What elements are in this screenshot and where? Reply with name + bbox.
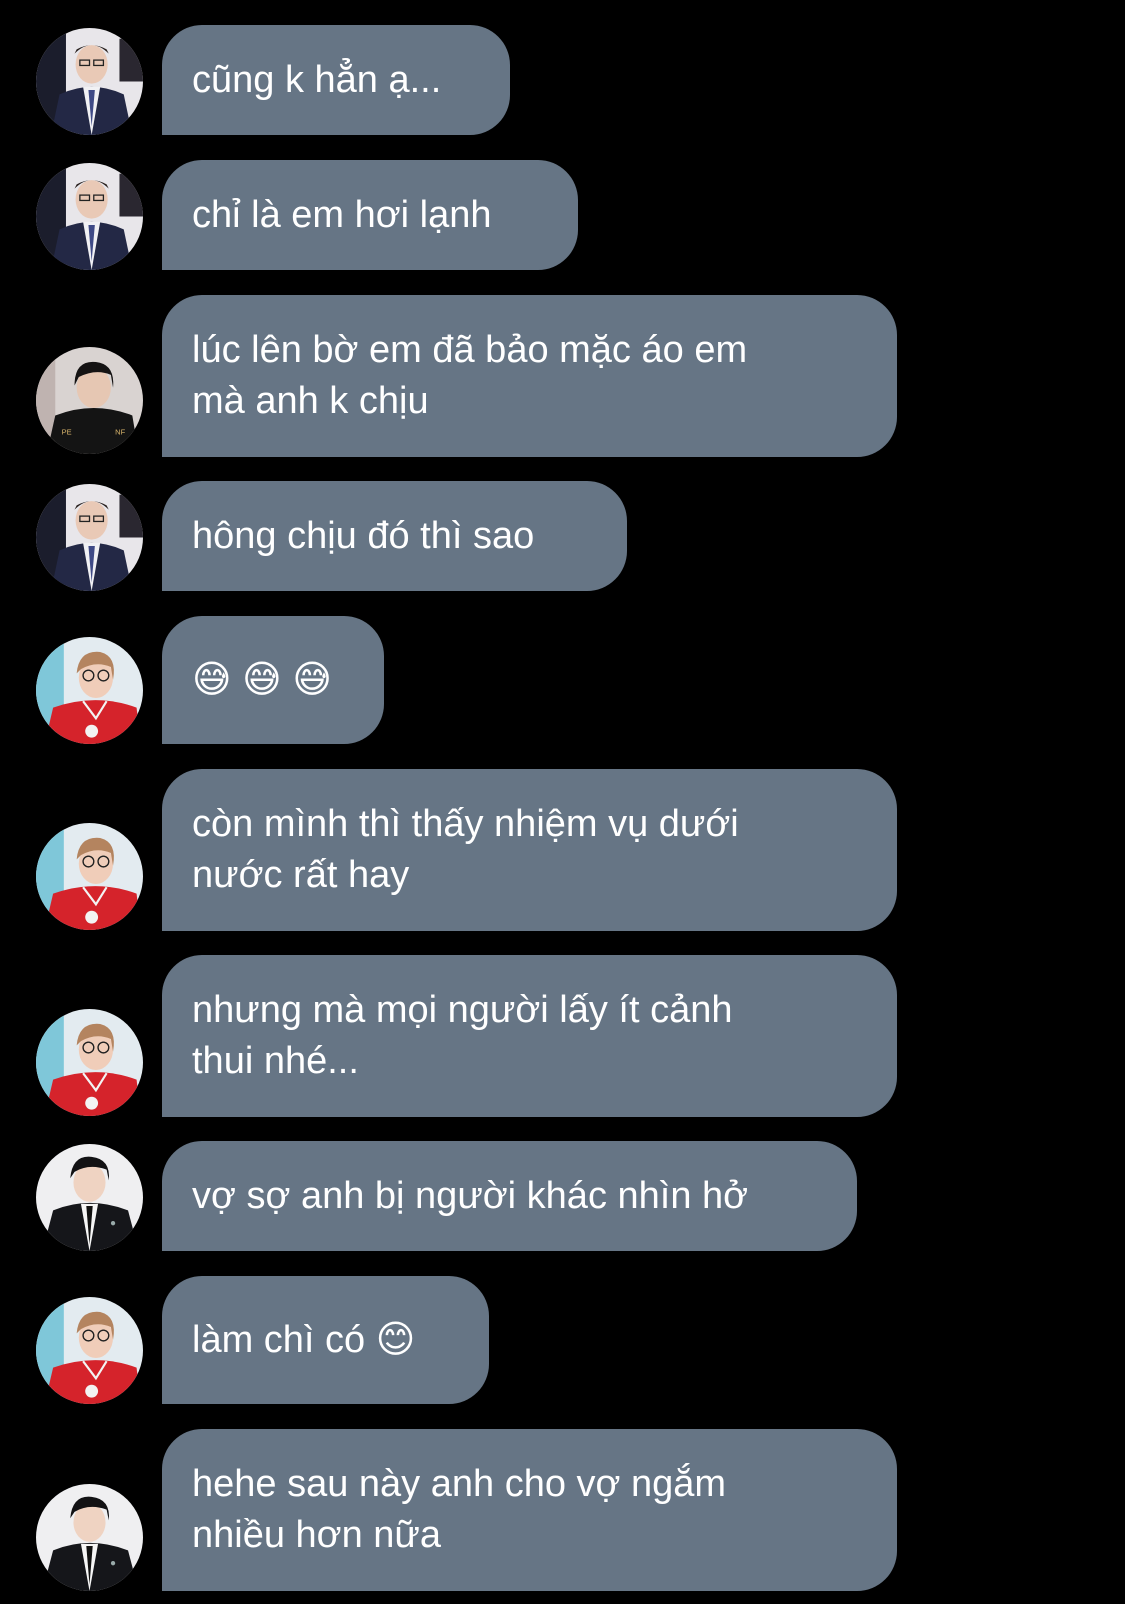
avatar[interactable] xyxy=(36,347,143,454)
message-row: 😅 😅 😅 xyxy=(0,616,1125,744)
avatar[interactable] xyxy=(36,823,143,930)
message-text: còn mình thì thấy nhiệm vụ dưới nước rất… xyxy=(192,803,739,896)
message-row: chỉ là em hơi lạnh xyxy=(0,160,1125,270)
message-text: hông chịu đó thì sao xyxy=(192,514,535,557)
message-text: nhưng mà mọi người lấy ít cảnh thui nhé.… xyxy=(192,989,733,1082)
message-row: làm chì có 😊 xyxy=(0,1276,1125,1404)
message-row: nhưng mà mọi người lấy ít cảnh thui nhé.… xyxy=(0,955,1125,1117)
avatar[interactable] xyxy=(36,1484,143,1591)
message-text: 😅 😅 😅 xyxy=(192,658,332,701)
avatar[interactable] xyxy=(36,1009,143,1116)
message-text: cũng k hẳn ạ... xyxy=(192,58,442,101)
message-row: cũng k hẳn ạ... xyxy=(0,25,1125,135)
message-bubble[interactable]: lúc lên bờ em đã bảo mặc áo em mà anh k … xyxy=(162,295,897,457)
chat-screen: { "chat": { "messages": [ {"avatar": "av… xyxy=(0,0,1125,1604)
message-row: vợ sợ anh bị người khác nhìn hở xyxy=(0,1141,1125,1251)
message-row: hông chịu đó thì sao xyxy=(0,481,1125,591)
message-bubble[interactable]: hông chịu đó thì sao xyxy=(162,481,627,591)
message-text: lúc lên bờ em đã bảo mặc áo em mà anh k … xyxy=(192,329,748,422)
message-bubble[interactable]: chỉ là em hơi lạnh xyxy=(162,160,578,270)
message-bubble[interactable]: cũng k hẳn ạ... xyxy=(162,25,510,135)
message-bubble[interactable]: còn mình thì thấy nhiệm vụ dưới nước rất… xyxy=(162,769,897,931)
message-text: vợ sợ anh bị người khác nhìn hở xyxy=(192,1174,749,1217)
message-row: hehe sau này anh cho vợ ngắm nhiều hơn n… xyxy=(0,1429,1125,1591)
message-bubble[interactable]: làm chì có 😊 xyxy=(162,1276,489,1404)
avatar[interactable] xyxy=(36,484,143,591)
message-row: lúc lên bờ em đã bảo mặc áo em mà anh k … xyxy=(0,295,1125,457)
message-row: còn mình thì thấy nhiệm vụ dưới nước rất… xyxy=(0,769,1125,931)
avatar[interactable] xyxy=(36,1144,143,1251)
avatar[interactable] xyxy=(36,163,143,270)
message-bubble[interactable]: hehe sau này anh cho vợ ngắm nhiều hơn n… xyxy=(162,1429,897,1591)
avatar[interactable] xyxy=(36,1297,143,1404)
message-text: hehe sau này anh cho vợ ngắm nhiều hơn n… xyxy=(192,1463,727,1556)
message-bubble[interactable]: vợ sợ anh bị người khác nhìn hở xyxy=(162,1141,857,1251)
avatar[interactable] xyxy=(36,637,143,744)
avatar[interactable] xyxy=(36,28,143,135)
message-bubble[interactable]: 😅 😅 😅 xyxy=(162,616,384,744)
message-text: làm chì có 😊 xyxy=(192,1318,416,1361)
message-text: chỉ là em hơi lạnh xyxy=(192,193,492,236)
message-bubble[interactable]: nhưng mà mọi người lấy ít cảnh thui nhé.… xyxy=(162,955,897,1117)
